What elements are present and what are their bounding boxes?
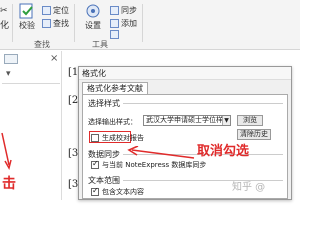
sync-checkbox[interactable] bbox=[91, 159, 99, 169]
verify-button[interactable]: 校验 bbox=[14, 2, 40, 30]
text-checkbox[interactable] bbox=[91, 186, 99, 196]
other-icon bbox=[110, 29, 119, 39]
chevron-down-icon[interactable]: ▼ bbox=[222, 116, 230, 125]
close-icon[interactable]: × bbox=[50, 53, 58, 64]
verify-label: 校验 bbox=[19, 21, 35, 30]
ribbon-separator bbox=[142, 4, 143, 42]
pane-divider bbox=[2, 83, 60, 84]
find-button[interactable]: 查找 bbox=[42, 17, 69, 29]
red-arrow-icon bbox=[1, 132, 12, 170]
clear-history-button[interactable]: 清除历史 bbox=[237, 129, 271, 140]
ribbon-cut-label: 化 bbox=[0, 21, 10, 31]
dropdown-icon[interactable]: ▾ bbox=[6, 69, 11, 79]
cut-icon[interactable]: ✂ bbox=[0, 6, 8, 16]
tab-format-references[interactable]: 格式化参考文献 bbox=[82, 82, 148, 94]
reference-marker: [2 bbox=[68, 95, 79, 106]
reference-marker: [3 bbox=[68, 179, 79, 190]
red-arrow-icon bbox=[127, 146, 195, 159]
settings-button[interactable]: 设置 bbox=[80, 2, 106, 30]
pane-tab[interactable] bbox=[4, 54, 18, 64]
add-icon bbox=[110, 18, 119, 28]
style-select[interactable]: 武汉大学申请硕士学位样式 ▼ bbox=[143, 115, 231, 126]
section-text-label: 文本范围 bbox=[88, 176, 120, 185]
group-tools-label: 工具 bbox=[92, 40, 108, 49]
verify-icon bbox=[19, 3, 33, 19]
uncheck-annotation: 取消勾选 bbox=[197, 144, 250, 159]
section-style-label: 选择样式 bbox=[88, 99, 120, 108]
report-checkbox-row[interactable]: 生成校对报告 bbox=[91, 132, 144, 143]
locate-label: 定位 bbox=[53, 5, 69, 15]
other-button[interactable] bbox=[110, 28, 121, 40]
ribbon-separator bbox=[12, 4, 13, 42]
dialog-title: 格式化 bbox=[79, 67, 291, 80]
text-checkbox-row[interactable]: 包含文本内容 bbox=[91, 186, 144, 197]
find-label: 查找 bbox=[53, 18, 69, 28]
ribbon-separator bbox=[74, 4, 75, 42]
reference-marker: [1 bbox=[68, 67, 79, 78]
reference-marker: [3 bbox=[68, 148, 79, 159]
sync-label: 同步 bbox=[121, 5, 137, 15]
style-select-value: 武汉大学申请硕士学位样式 bbox=[146, 116, 230, 124]
navigation-pane: × ▾ 击 bbox=[0, 51, 62, 200]
settings-icon bbox=[86, 4, 100, 18]
click-annotation: 击 bbox=[2, 176, 16, 192]
watermark: 知乎 @ bbox=[232, 182, 266, 193]
report-checkbox[interactable] bbox=[91, 133, 99, 142]
sync-button[interactable]: 同步 bbox=[110, 4, 137, 16]
section-divider bbox=[123, 103, 283, 104]
locate-icon bbox=[42, 5, 51, 15]
text-checkbox-label: 包含文本内容 bbox=[102, 187, 144, 196]
ribbon: ✂ 化 校验 定位 查找 查找 设置 同步 添加 工具 bbox=[0, 0, 300, 50]
browse-button[interactable]: 浏览 bbox=[237, 115, 263, 126]
locate-button[interactable]: 定位 bbox=[42, 4, 69, 16]
report-checkbox-label: 生成校对报告 bbox=[102, 133, 144, 142]
add-label: 添加 bbox=[121, 18, 137, 28]
find-icon bbox=[42, 18, 51, 28]
sync-icon bbox=[110, 5, 119, 15]
style-label: 选择输出样式： bbox=[88, 118, 137, 126]
settings-label: 设置 bbox=[85, 21, 101, 30]
group-find-label: 查找 bbox=[34, 40, 50, 49]
